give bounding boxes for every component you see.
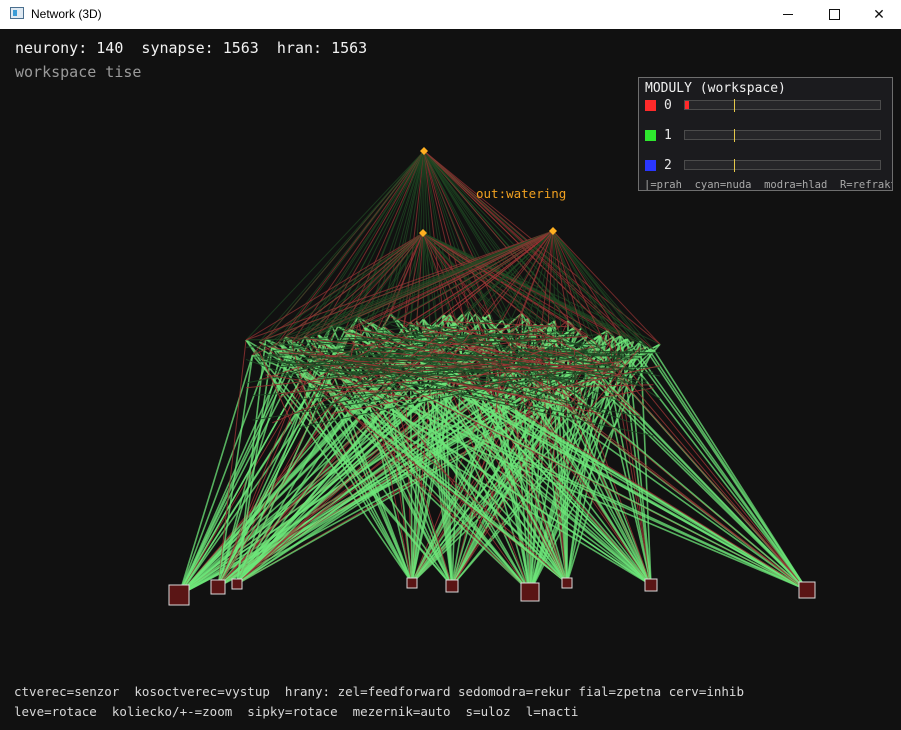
module-color-swatch (645, 160, 656, 171)
module-row-0: 0 (645, 98, 890, 113)
network-window: Network (3D) ✕ neurony: 140 synapse: 156… (0, 0, 901, 730)
app-icon (10, 7, 24, 19)
close-button[interactable]: ✕ (857, 0, 901, 29)
workspace-state: workspace tise (15, 63, 142, 81)
minimize-icon (783, 14, 793, 15)
module-activation-bar (684, 129, 881, 142)
sensor-node[interactable] (798, 581, 816, 599)
sensor-node[interactable] (520, 582, 540, 602)
output-neuron-label: out:watering (476, 186, 567, 201)
sensor-node[interactable] (644, 578, 658, 592)
minimize-button[interactable] (765, 0, 811, 29)
sensor-node[interactable] (210, 579, 226, 595)
edges-group (178, 150, 808, 596)
network-stats: neurony: 140 synapse: 1563 hran: 1563 (15, 39, 368, 57)
module-activation-fill (685, 101, 689, 109)
module-activation-bar (684, 159, 881, 172)
maximize-button[interactable] (811, 0, 857, 29)
sensor-node[interactable] (445, 579, 459, 593)
modules-panel-legend: |=prah cyan=nuda modra=hlad R=refrakt (644, 179, 893, 191)
module-threshold-marker (733, 99, 735, 112)
close-icon: ✕ (873, 6, 885, 22)
maximize-icon (828, 9, 840, 20)
modules-panel-title: MODULY (workspace) (645, 81, 786, 96)
sensor-node[interactable] (168, 584, 190, 606)
module-id: 2 (664, 158, 672, 173)
module-id: 1 (664, 128, 672, 143)
module-id: 0 (664, 98, 672, 113)
module-color-swatch (645, 100, 656, 111)
module-threshold-marker (733, 159, 735, 172)
network-3d-canvas[interactable]: neurony: 140 synapse: 1563 hran: 1563 wo… (0, 29, 901, 730)
sensor-node[interactable] (406, 577, 418, 589)
output-edge (245, 150, 425, 341)
sensor-node[interactable] (561, 577, 573, 589)
module-threshold-marker (733, 129, 735, 142)
module-row-2: 2 (645, 158, 890, 173)
module-row-1: 1 (645, 128, 890, 143)
legend-controls: leve=rotace koliecko/+-=zoom sipky=rotac… (14, 704, 579, 719)
legend-shapes-edges: ctverec=senzor kosoctverec=vystup hrany:… (14, 684, 744, 699)
output-edge (552, 230, 589, 336)
sensor-node[interactable] (231, 578, 243, 590)
title-bar[interactable]: Network (3D) ✕ (0, 0, 901, 29)
module-color-swatch (645, 130, 656, 141)
module-activation-bar (684, 99, 881, 112)
modules-panel: MODULY (workspace) 0 1 2 |=prah cyan=nuda … (638, 77, 893, 191)
window-title: Network (3D) (31, 7, 102, 21)
